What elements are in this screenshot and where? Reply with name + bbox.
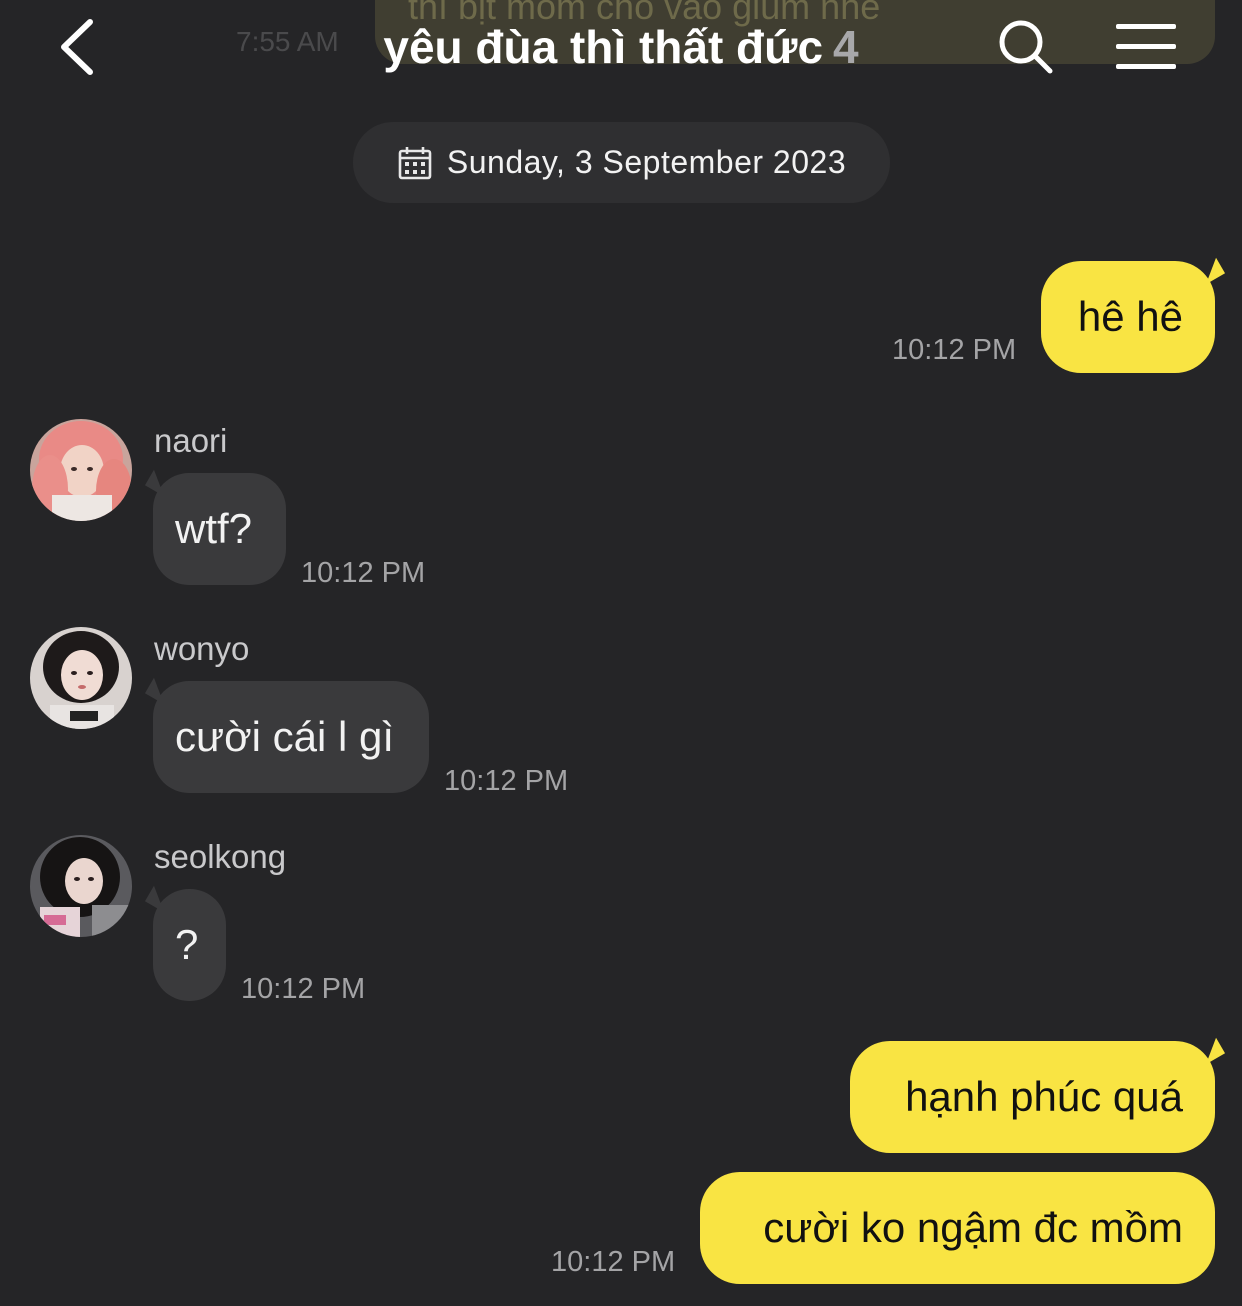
outgoing-message-bubble[interactable]: hê hê: [1041, 261, 1215, 373]
message-text: wtf?: [175, 505, 253, 552]
message-time: 10:12 PM: [892, 334, 1017, 366]
message-time: 10:12 PM: [241, 973, 366, 1005]
calendar-icon: [398, 146, 432, 179]
message-text: ?: [175, 921, 199, 968]
chat-name: yêu đùa thì thất đức: [383, 21, 824, 73]
message-text: cười cái l gì: [175, 713, 395, 760]
avatar-seolkong-image: [30, 835, 132, 937]
incoming-message-bubble[interactable]: cười cái l gì: [153, 681, 429, 793]
avatar-naori[interactable]: [30, 419, 132, 521]
avatar-wonyo[interactable]: [30, 627, 132, 729]
avatar-wonyo-image: [30, 627, 132, 729]
outgoing-message-bubble[interactable]: hạnh phúc quá: [850, 1041, 1215, 1153]
incoming-message-bubble[interactable]: ?: [153, 889, 226, 1001]
message-text: hạnh phúc quá: [905, 1073, 1183, 1120]
avatar-seolkong[interactable]: [30, 835, 132, 937]
date-divider: Sunday, 3 September 2023: [353, 122, 890, 203]
hamburger-menu-icon: [1116, 24, 1176, 69]
message-time: 10:12 PM: [444, 765, 569, 797]
date-label: Sunday, 3 September 2023: [446, 144, 847, 180]
search-icon: [999, 20, 1053, 74]
outgoing-message-bubble[interactable]: cười ko ngậm đc mồm: [700, 1172, 1215, 1284]
message-text: cười ko ngậm đc mồm: [763, 1204, 1183, 1251]
member-count: 4: [833, 21, 859, 73]
message-time: 10:12 PM: [301, 557, 426, 589]
avatar-naori-image: [30, 419, 132, 521]
menu-button[interactable]: [1114, 22, 1178, 72]
message-text: hê hê: [1077, 293, 1183, 340]
sender-name: wonyo: [154, 630, 250, 667]
sender-name: seolkong: [154, 838, 287, 875]
search-button[interactable]: [996, 18, 1056, 76]
message-time: 10:12 PM: [551, 1246, 676, 1278]
sender-name: naori: [154, 422, 228, 459]
incoming-message-bubble[interactable]: wtf?: [153, 473, 286, 585]
